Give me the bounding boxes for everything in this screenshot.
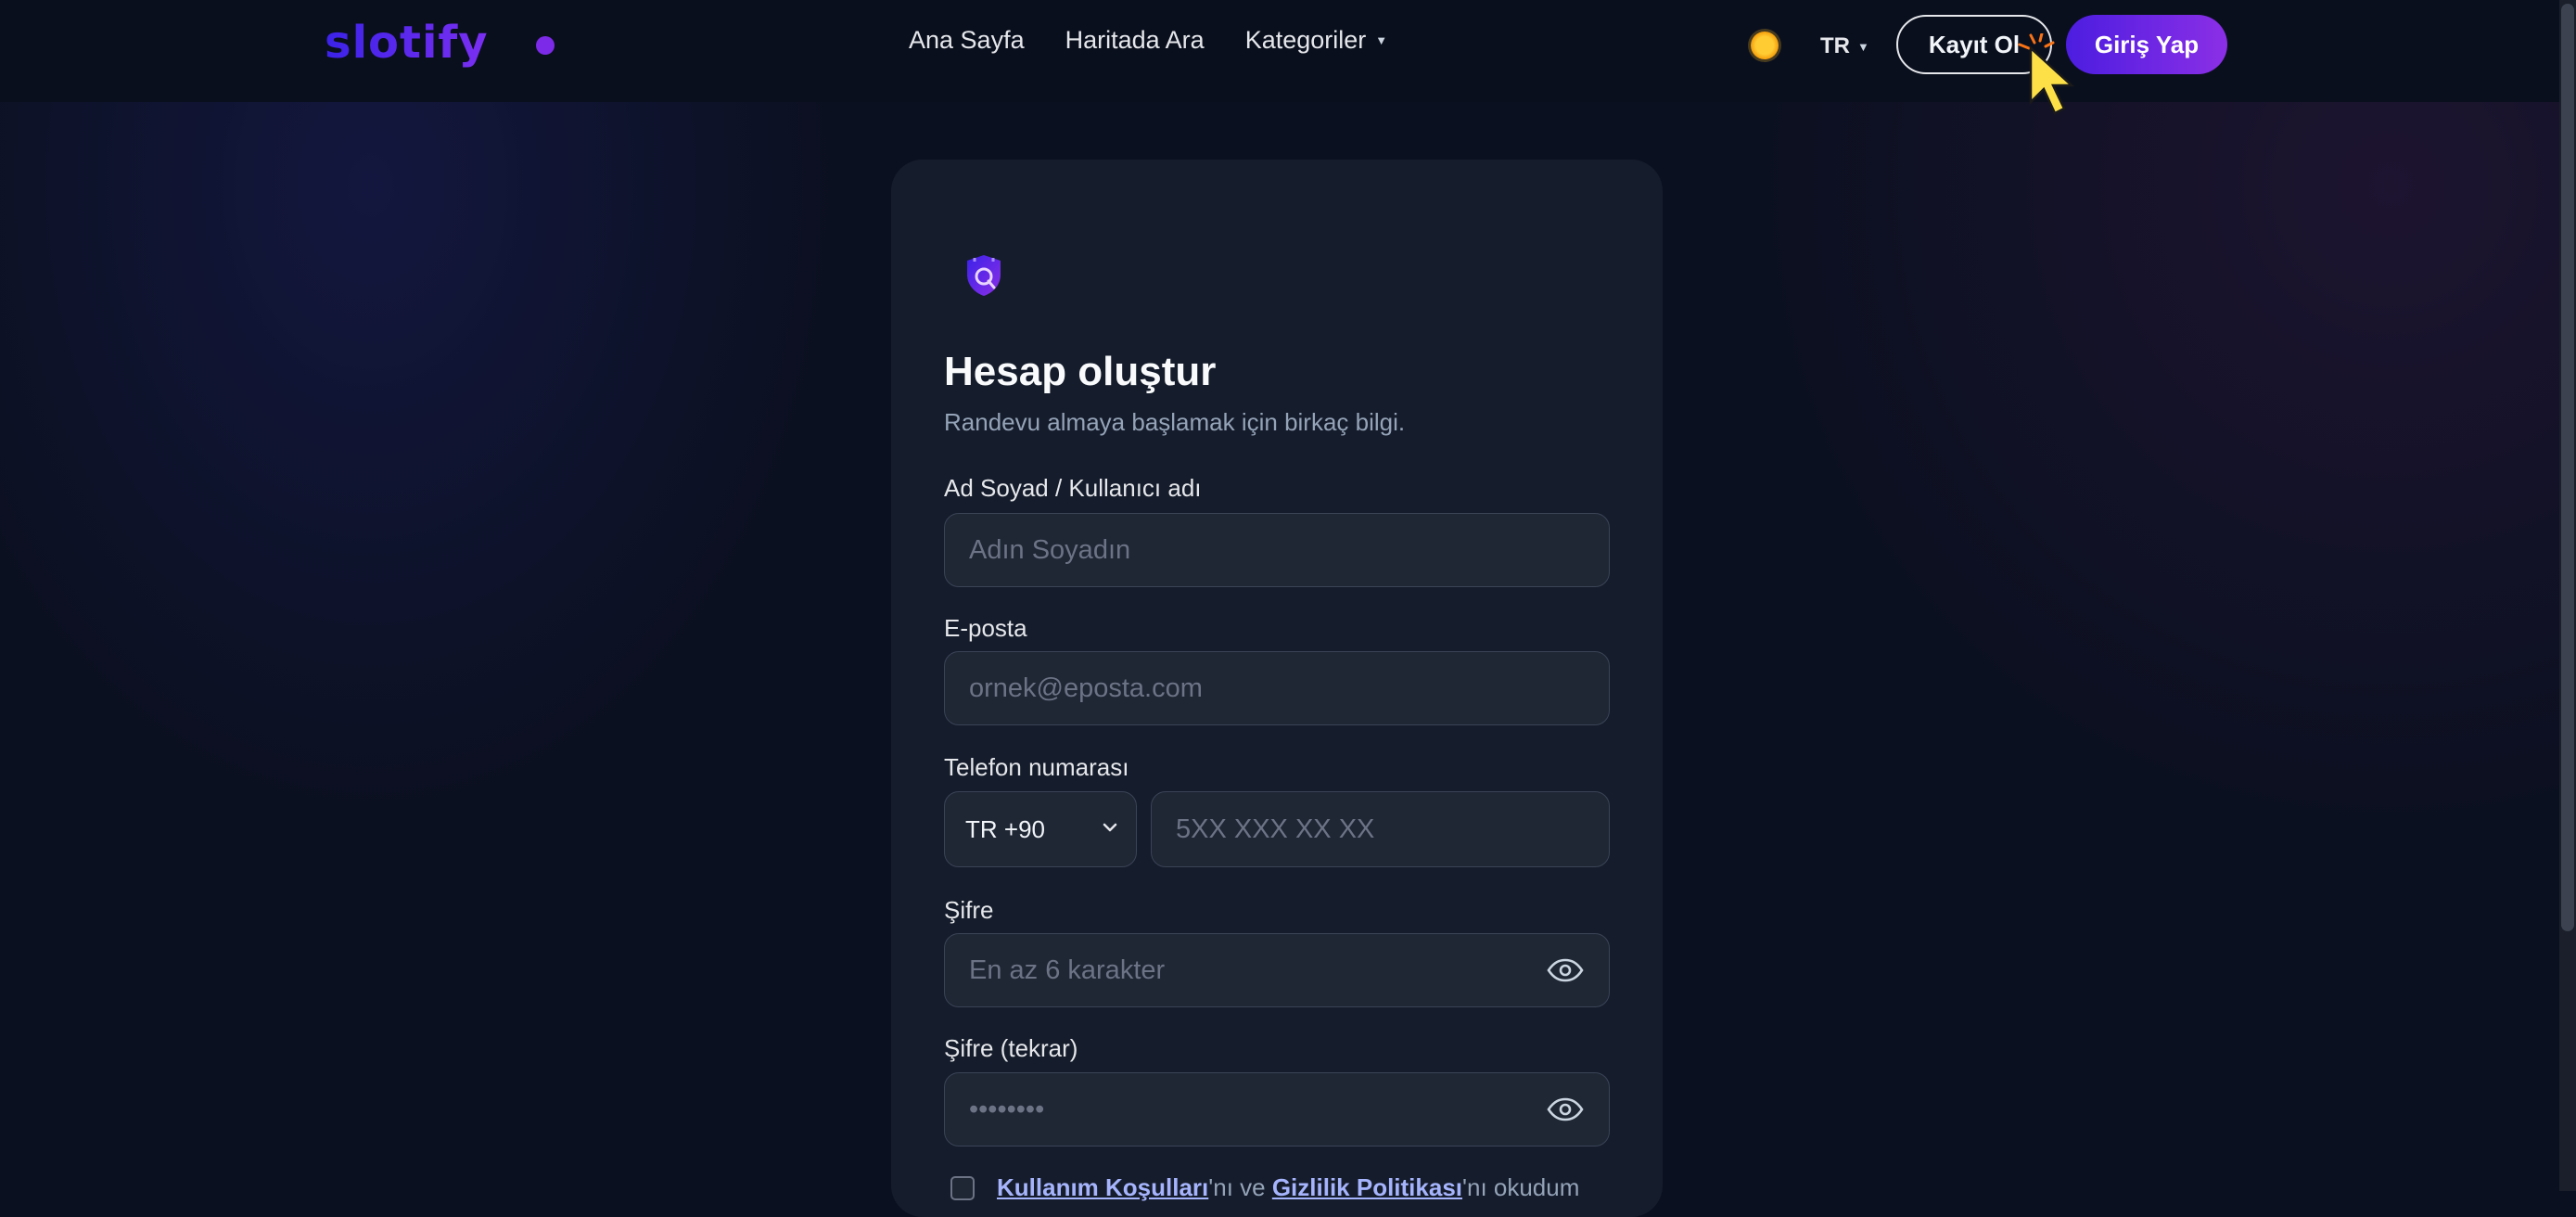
main-nav: Ana Sayfa Haritada Ara Kategoriler ▼ (909, 26, 1387, 55)
password-label: Şifre (944, 896, 994, 924)
mouse-cursor-icon (2018, 33, 2075, 115)
page-subtitle: Randevu almaya başlamak için birkaç bilg… (944, 408, 1406, 436)
password-confirm-label: Şifre (tekrar) (944, 1034, 1078, 1062)
phone-label: Telefon numarası (944, 753, 1129, 781)
page-title: Hesap oluştur (944, 349, 1217, 394)
name-input[interactable] (944, 513, 1610, 587)
sun-icon[interactable] (1751, 32, 1779, 59)
name-label: Ad Soyad / Kullanıcı adı (944, 474, 1202, 502)
eye-icon[interactable] (1547, 958, 1584, 982)
terms-checkbox[interactable] (950, 1176, 975, 1200)
logo[interactable]: slotify (325, 17, 489, 69)
caret-down-icon: ▼ (1375, 33, 1388, 47)
language-selector[interactable]: TR ▼ (1820, 33, 1869, 59)
scrollbar-thumb[interactable] (2561, 4, 2574, 931)
eye-icon[interactable] (1547, 1097, 1584, 1121)
background-glow-left (0, 102, 927, 937)
nav-categories-label: Kategoriler (1244, 26, 1367, 54)
password-confirm-input[interactable] (944, 1072, 1610, 1147)
language-label: TR (1820, 33, 1850, 58)
background-glow-right (1649, 102, 2576, 937)
country-code-select[interactable]: TR +90 (944, 791, 1137, 867)
privacy-policy-link[interactable]: Gizlilik Politikası (1272, 1173, 1462, 1201)
nav-map-search[interactable]: Haritada Ara (1065, 26, 1205, 55)
terms-end-text: 'nı okudum (1462, 1173, 1580, 1201)
chevron-down-icon (1103, 823, 1117, 832)
caret-down-icon: ▼ (1857, 39, 1869, 54)
login-button[interactable]: Giriş Yap (2066, 15, 2227, 74)
terms-mid-text: 'nı ve (1208, 1173, 1272, 1201)
nav-home-label: Ana Sayfa (909, 26, 1025, 54)
nav-home[interactable]: Ana Sayfa (909, 26, 1025, 55)
terms-of-use-link[interactable]: Kullanım Koşulları (997, 1173, 1208, 1201)
top-navigation-bar: slotify Ana Sayfa Haritada Ara Kategoril… (0, 0, 2559, 102)
logo-dot (536, 36, 555, 55)
password-input[interactable] (944, 933, 1610, 1007)
country-code-value: TR +90 (965, 814, 1045, 843)
scrollbar[interactable] (2559, 0, 2576, 1191)
nav-categories[interactable]: Kategoriler ▼ (1245, 26, 1387, 55)
email-label: E-posta (944, 614, 1027, 642)
phone-input[interactable] (1151, 791, 1610, 867)
terms-text: Kullanım Koşulları'nı ve Gizlilik Politi… (997, 1173, 1579, 1202)
nav-map-search-label: Haritada Ara (1065, 26, 1205, 54)
shield-icon (967, 255, 1001, 296)
email-input[interactable] (944, 651, 1610, 725)
